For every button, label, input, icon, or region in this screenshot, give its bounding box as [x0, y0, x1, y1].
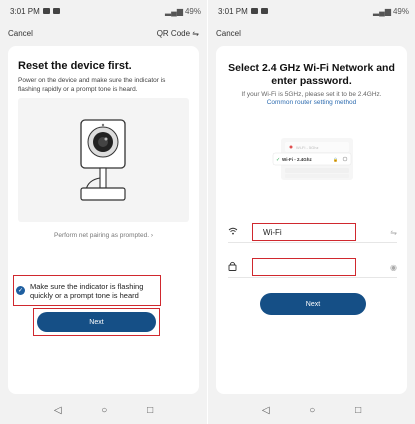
system-nav-bar: ◁ ○ □ [208, 396, 415, 424]
back-icon[interactable]: ◁ [54, 405, 62, 416]
phone-left: 3:01 PM ▂▄▆ 49% Cancel QR Code ⇋ Reset t… [0, 0, 207, 424]
system-nav-bar: ◁ ○ □ [0, 396, 207, 424]
recents-icon[interactable]: □ [355, 405, 361, 416]
status-bar: 3:01 PM ▂▄▆ 49% [208, 0, 415, 22]
notification-icon [42, 8, 50, 14]
device-illustration [18, 98, 189, 222]
router-setting-link[interactable]: Common router setting method [224, 99, 399, 106]
qr-code-button[interactable]: QR Code ⇋ [157, 29, 199, 38]
signal-icon: ▂▄▆ [373, 6, 391, 16]
eye-icon[interactable]: ◉ [390, 263, 397, 272]
status-time: 3:01 PM [10, 6, 40, 16]
check-icon: ✓ [16, 286, 25, 295]
qr-code-label: QR Code [156, 28, 191, 38]
phone-right: 3:01 PM ▂▄▆ 49% Cancel Select 2.4 GHz Wi… [208, 0, 415, 424]
router-row-24g: Wi-Fi - 2.4Ghz [282, 157, 312, 162]
notification-icon [250, 8, 258, 14]
nav-bar: Cancel [208, 22, 415, 44]
signal-icon: ▂▄▆ [165, 6, 183, 16]
home-icon[interactable]: ○ [101, 405, 107, 416]
password-input[interactable] [252, 258, 356, 276]
switch-icon: ⇋ [192, 28, 199, 38]
wifi-name-input[interactable]: Wi-Fi [252, 223, 356, 241]
battery-level: 49% [184, 6, 201, 16]
cancel-button[interactable]: Cancel [8, 29, 33, 38]
next-button[interactable]: Next [37, 312, 156, 332]
next-button-highlight: Next [33, 308, 160, 336]
router-wifi-illustration: Wi-Fi - 5Ghz ✓ Wi-Fi - 2.4Ghz 🔒 [272, 138, 353, 180]
notification-icon [52, 8, 60, 14]
back-icon[interactable]: ◁ [262, 405, 270, 416]
lock-icon [228, 261, 238, 273]
confirm-text: Make sure the indicator is flashing quic… [30, 281, 144, 300]
cancel-button[interactable]: Cancel [216, 29, 241, 38]
router-row-5g: Wi-Fi - 5Ghz [296, 145, 318, 150]
wifi-icon [228, 227, 238, 237]
recents-icon[interactable]: □ [147, 405, 153, 416]
confirm-indicator-checkbox[interactable]: ✓ Make sure the indicator is flashing qu… [13, 275, 161, 306]
wifi-name-row: Wi-Fi ⇋ [228, 222, 397, 243]
content-card: Reset the device first. Power on the dev… [8, 46, 199, 394]
battery-level: 49% [392, 6, 409, 16]
home-icon[interactable]: ○ [309, 405, 315, 416]
status-time: 3:01 PM [218, 6, 248, 16]
page-title: Reset the device first. [18, 60, 132, 72]
status-bar: 3:01 PM ▂▄▆ 49% [0, 0, 207, 22]
nav-bar: Cancel QR Code ⇋ [0, 22, 207, 44]
page-title: Select 2.4 GHz Wi-Fi Network and enter p… [228, 62, 395, 87]
page-description: If your Wi-Fi is 5GHz, please set it to … [241, 91, 382, 98]
pairing-hint-link[interactable]: Perform net pairing as prompted. › [8, 232, 199, 239]
lock-icon: 🔒 [333, 157, 338, 162]
page-description: Power on the device and make sure the in… [18, 77, 166, 93]
check-icon: ✓ [276, 157, 280, 163]
content-card: Select 2.4 GHz Wi-Fi Network and enter p… [216, 46, 407, 394]
password-row: ◉ [228, 257, 397, 278]
camera-image [80, 119, 126, 201]
notification-icon [260, 8, 268, 14]
switch-network-icon[interactable]: ⇋ [390, 228, 397, 237]
next-button[interactable]: Next [260, 293, 366, 315]
